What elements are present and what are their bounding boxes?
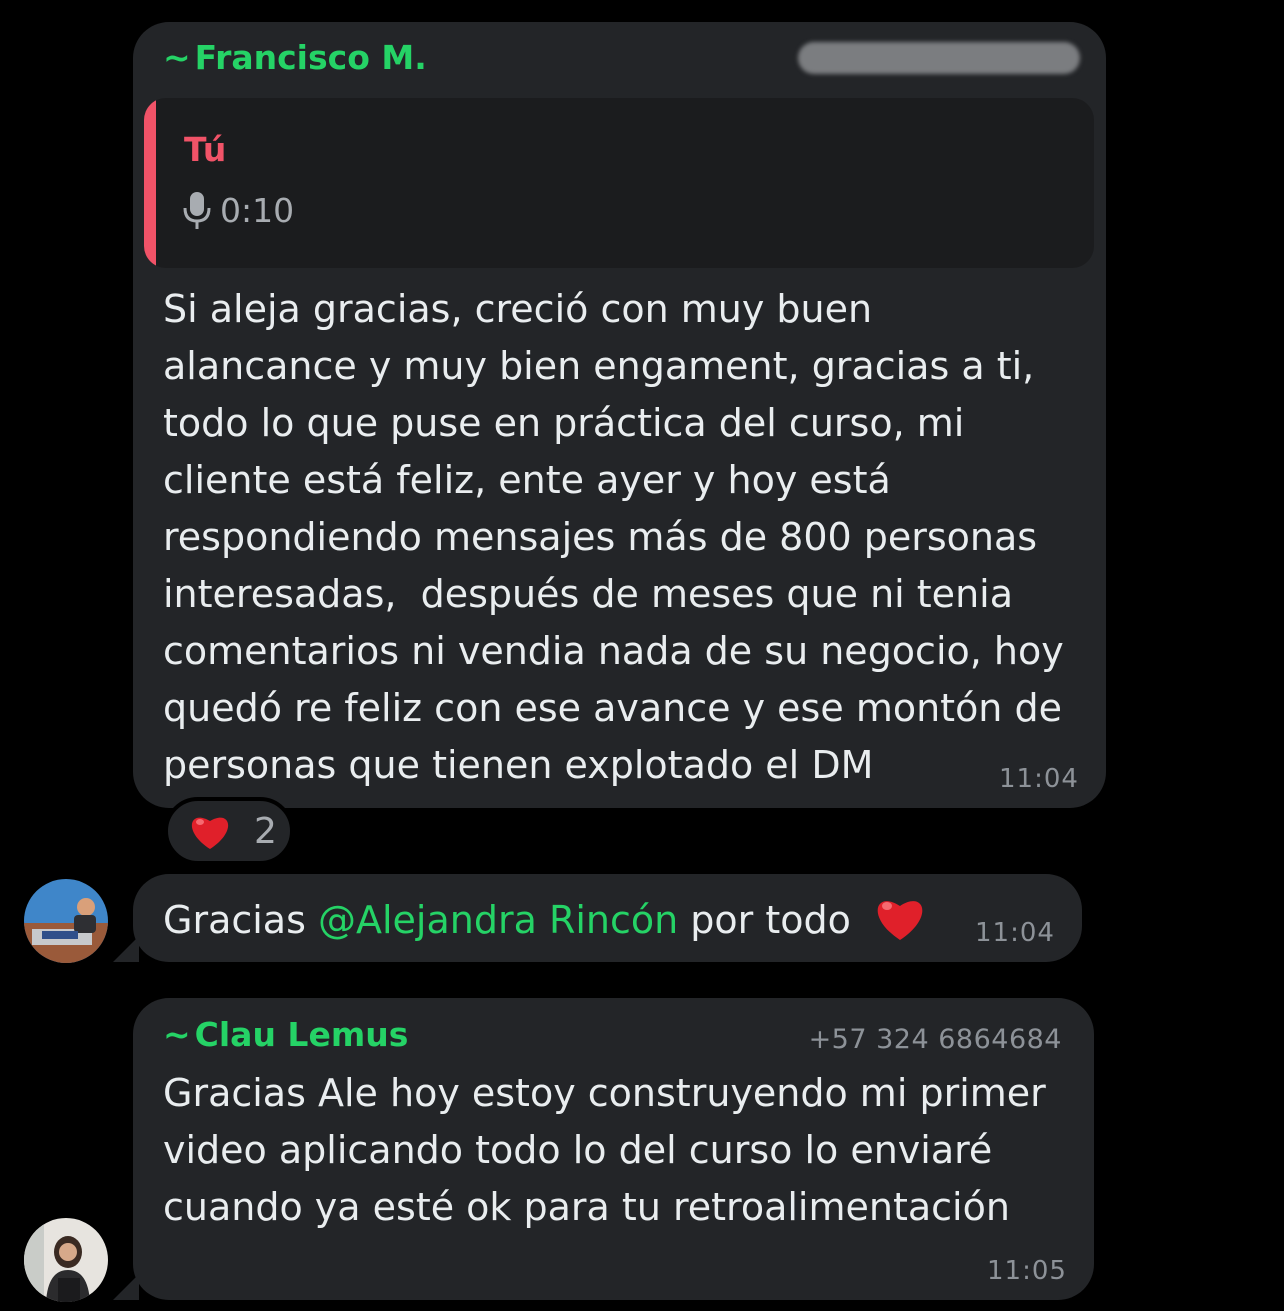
avatar[interactable] bbox=[24, 879, 108, 963]
mic-icon bbox=[183, 192, 211, 229]
avatar[interactable] bbox=[24, 1218, 108, 1302]
sender-prefix: ~ bbox=[163, 38, 191, 77]
message-text: Gracias Ale hoy estoy construyendo mi pr… bbox=[163, 1071, 1046, 1229]
avatar-woman bbox=[24, 1218, 108, 1302]
message-text: Gracias @Alejandra Rincón por todo bbox=[163, 893, 927, 946]
sender-name[interactable]: Clau Lemus bbox=[195, 1015, 409, 1054]
red-heart-icon bbox=[877, 901, 923, 940]
quote-accent-bar bbox=[144, 98, 156, 268]
message-time: 11:04 bbox=[999, 764, 1079, 794]
sender-header: ~ Clau Lemus bbox=[163, 1015, 408, 1054]
reaction-count: 2 bbox=[254, 810, 277, 852]
redacted-phone-number bbox=[798, 42, 1080, 74]
voice-duration: 0:10 bbox=[220, 190, 295, 230]
sender-phone: +57 324 6864684 bbox=[808, 1024, 1062, 1055]
quoted-reply[interactable]: Tú 0:10 bbox=[144, 98, 1094, 268]
quote-author: Tú bbox=[184, 130, 227, 169]
quoted-voice-note: 0:10 bbox=[182, 190, 294, 230]
red-heart-icon bbox=[191, 817, 229, 849]
bubble-tail bbox=[113, 1274, 139, 1300]
message-time: 11:05 bbox=[987, 1256, 1067, 1286]
sender-prefix: ~ bbox=[163, 1015, 191, 1054]
sender-name[interactable]: Francisco M. bbox=[195, 38, 427, 77]
message-text-part: por todo bbox=[678, 898, 863, 942]
avatar-man-sitting bbox=[24, 879, 108, 963]
mention-link[interactable]: @Alejandra Rincón bbox=[318, 898, 678, 942]
message-time: 11:04 bbox=[975, 918, 1055, 948]
message-text-part: Gracias bbox=[163, 898, 318, 942]
reaction-pill[interactable]: 2 bbox=[164, 797, 294, 865]
chat-view: ~ Francisco M. Tú 0:10 Si aleja gracias,… bbox=[0, 0, 1284, 1311]
message-text: Si aleja gracias, creció con muy buen al… bbox=[163, 287, 1064, 787]
sender-header: ~ Francisco M. bbox=[163, 38, 427, 77]
